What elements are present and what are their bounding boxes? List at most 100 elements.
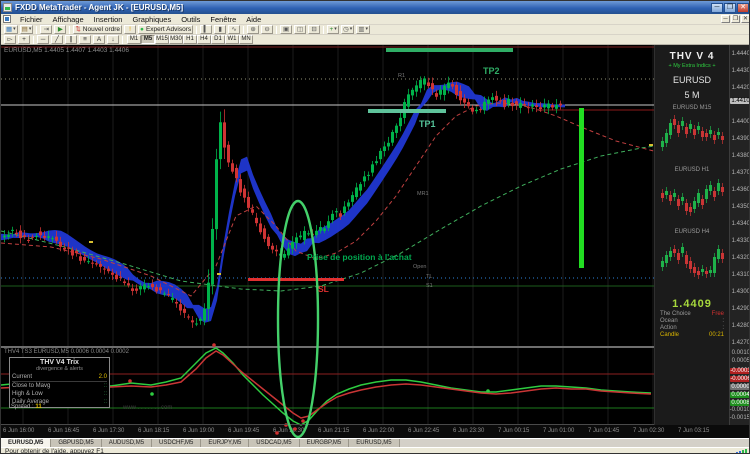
price-axis-label: 1.4350: [732, 204, 750, 210]
new-chart-icon: ▦: [6, 26, 12, 33]
toolbar-separator: [36, 26, 37, 34]
status-bar: Pour obtenir de l'aide, appuyez F1: [1, 447, 750, 454]
timeframe-m15-button[interactable]: M15: [155, 35, 169, 44]
thv-panel: THV V 4 + My Extra Indics + EURUSD 5 M E…: [654, 45, 729, 425]
new-order-button[interactable]: ⇅Nouvel ordre: [73, 25, 122, 34]
timeframe-h1-button[interactable]: H1: [183, 35, 197, 44]
periods-button[interactable]: ◷▾: [341, 25, 354, 34]
chart-tab-eurusd-m5[interactable]: EURUSD,M5: [349, 439, 399, 447]
tp2-bar: [386, 48, 513, 52]
price-axis-label: 1.4420: [732, 85, 750, 91]
restore-button[interactable]: ❐: [724, 3, 736, 13]
price-axis-label: 1.4310: [732, 272, 750, 278]
templates-button[interactable]: ▥▾: [356, 25, 370, 34]
cursor-tool-button[interactable]: ▻: [4, 35, 16, 44]
text-tool-button[interactable]: A: [93, 35, 105, 44]
chart-annotation: Prise de position à l'achat: [307, 252, 412, 262]
sl-bar: [248, 278, 344, 281]
indicators-button[interactable]: +▾: [327, 25, 339, 34]
timeframe-mn-button[interactable]: MN: [239, 35, 253, 44]
bar-chart-mode-button[interactable]: ▍: [200, 25, 212, 34]
zoom-out-button[interactable]: ⊖: [261, 25, 273, 34]
panel-subtitle: + My Extra Indics +: [655, 63, 729, 69]
indicator-value-box: 0.0008: [730, 400, 750, 406]
dropdown-arrow-icon: ▾: [13, 26, 16, 33]
indicator-axis-label: -0.0015: [730, 415, 750, 421]
status-message: Pour obtenir de l'aide, appuyez F1: [1, 448, 735, 454]
chart-shift-button[interactable]: ⇥: [40, 25, 52, 34]
chart-tab-eurgbp-m5[interactable]: EURGBP,M5: [300, 439, 350, 447]
trix-legend-row: Close to Mavg::: [12, 382, 107, 390]
tp1-bar: [368, 109, 446, 113]
trix-legend-footer: Spread : 11: [11, 404, 121, 410]
price-axis-label: 1.4320: [732, 255, 750, 261]
connection-status-icon: [735, 449, 747, 454]
timeframe-h4-button[interactable]: H4: [197, 35, 211, 44]
trix-legend-row: High & Low::: [12, 390, 107, 398]
menu-item-fichier[interactable]: Fichier: [15, 15, 48, 24]
chart-tab-eurjpy-m5[interactable]: EURJPY,M5: [201, 439, 249, 447]
trendline-tool-button[interactable]: ╱: [51, 35, 63, 44]
child-restore-button[interactable]: ❐: [731, 15, 740, 23]
trix-legend-title: THV V4 Trix: [12, 359, 107, 366]
menu-item-outils[interactable]: Outils: [176, 15, 205, 24]
tile-windows-icon: ◫: [297, 26, 303, 33]
pivot-label: Open: [413, 264, 426, 270]
minimize-button[interactable]: ─: [711, 3, 723, 13]
profiles-button[interactable]: ▤▾: [20, 25, 34, 34]
timeframe-d1-button[interactable]: D1: [211, 35, 225, 44]
menu-item-insertion[interactable]: Insertion: [89, 15, 128, 24]
expert-advisors-button[interactable]: ●Expert Advisors: [138, 25, 193, 34]
hline-tool-button[interactable]: ─: [37, 35, 49, 44]
timeframe-m5-button[interactable]: M5: [141, 35, 155, 44]
tile-horizontally-icon: ⊟: [311, 26, 316, 33]
pivot-label: MR1: [417, 191, 429, 197]
price-axis-label: 1.4380: [732, 153, 750, 159]
watermark: www . . . . . . . com: [123, 405, 172, 411]
menu-item-fenêtre[interactable]: Fenêtre: [205, 15, 241, 24]
indicator-axis-label: 0.0010: [732, 350, 750, 356]
tile-windows-button[interactable]: ◫: [294, 25, 306, 34]
chart-annotation: TP2: [483, 66, 500, 76]
arrow-tool-button[interactable]: ↓: [107, 35, 119, 44]
chart-tab-gbpusd-m5[interactable]: GBPUSD,M5: [51, 439, 101, 447]
crosshair-tool-button[interactable]: +: [18, 35, 30, 44]
auto-scroll-icon: ▶: [58, 26, 63, 33]
pivot-label: R2: [398, 45, 405, 47]
cascade-windows-button[interactable]: ▣: [280, 25, 292, 34]
timeframe-m30-button[interactable]: M30: [169, 35, 183, 44]
child-close-button[interactable]: ✕: [741, 15, 750, 23]
menu-item-aide[interactable]: Aide: [241, 15, 266, 24]
menu-item-affichage[interactable]: Affichage: [48, 15, 89, 24]
zoom-in-icon: ⊕: [250, 26, 255, 33]
candle-mode-button[interactable]: ▮: [214, 25, 226, 34]
alert-button[interactable]: !: [124, 25, 136, 34]
toolbar-separator: [69, 26, 70, 34]
chart-tab-usdchf-m5[interactable]: USDCHF,M5: [152, 439, 201, 447]
chart-tab-audusd-m5[interactable]: AUDUSD,M5: [102, 439, 152, 447]
auto-scroll-button[interactable]: ▶: [54, 25, 66, 34]
new-chart-button[interactable]: ▦▾: [4, 25, 18, 34]
zoom-in-button[interactable]: ⊕: [247, 25, 259, 34]
chart-window-icon: [3, 15, 11, 23]
toolbar-standard: ▦▾▤▾⇥▶⇅Nouvel ordre!●Expert Advisors▍▮∿⊕…: [1, 25, 750, 35]
chart-tab-usdcad-m5[interactable]: USDCAD,M5: [249, 439, 299, 447]
tile-horizontally-button[interactable]: ⊟: [308, 25, 320, 34]
toolbar-lines-periods: ▻ + ─╱∥≡A↓ M1M5M15M30H1H4D1W1MN: [1, 35, 750, 45]
main-chart[interactable]: R2R1MR1OpenTLS1TP2TP1Prise de position à…: [1, 45, 729, 438]
timeframe-m1-button[interactable]: M1: [127, 35, 141, 44]
alert-icon: !: [129, 26, 131, 33]
channel-tool-button[interactable]: ∥: [65, 35, 77, 44]
line-mode-button[interactable]: ∿: [228, 25, 240, 34]
chart-tab-eurusd-m5[interactable]: EURUSD,M5: [1, 439, 51, 447]
timeframe-w1-button[interactable]: W1: [225, 35, 239, 44]
menu-item-graphiques[interactable]: Graphiques: [127, 15, 176, 24]
chart-annotation: TP1: [419, 119, 436, 129]
indicator-axis-label: -0.0010: [730, 407, 750, 413]
panel-info-row: The ChoiceFree: [660, 311, 724, 317]
fibo-tool-button[interactable]: ≡: [79, 35, 91, 44]
cursor-tool-icon: ▻: [8, 36, 13, 43]
close-button[interactable]: ✕: [737, 3, 749, 13]
dropdown-arrow-icon: ▾: [365, 26, 368, 33]
child-minimize-button[interactable]: ─: [721, 15, 730, 23]
